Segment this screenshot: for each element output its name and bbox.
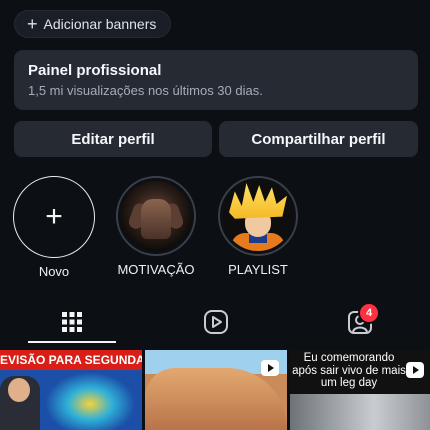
highlight-new[interactable]: + Novo (12, 176, 96, 279)
new-highlight-circle[interactable]: + (13, 176, 95, 258)
reel-indicator-icon (406, 362, 424, 378)
edit-profile-button[interactable]: Editar perfil (14, 121, 212, 157)
post-thumbnail[interactable]: EVISÃO PARA SEGUNDA- (0, 350, 142, 430)
tab-posts-grid[interactable] (52, 305, 92, 339)
add-banners-button[interactable]: + Adicionar banners (14, 10, 172, 38)
motivation-cover-image (121, 181, 191, 251)
reel-indicator-icon (261, 360, 279, 376)
grid-icon (62, 312, 82, 332)
share-profile-button[interactable]: Compartilhar perfil (219, 121, 418, 157)
post-thumbnail[interactable] (145, 350, 287, 430)
active-tab-indicator (28, 341, 116, 343)
plus-icon: + (45, 200, 63, 233)
highlight-motivacao[interactable]: MOTIVAÇÃO (114, 176, 198, 277)
notification-badge: 4 (358, 302, 380, 324)
highlight-cover-ring[interactable] (116, 176, 196, 256)
tab-reels[interactable] (196, 305, 236, 339)
reels-icon (204, 310, 228, 334)
highlight-label: Novo (38, 264, 70, 279)
professional-dashboard-subtitle: 1,5 mi visualizações nos últimos 30 dias… (28, 83, 263, 98)
plus-icon: + (27, 14, 38, 34)
highlight-label: PLAYLIST (228, 262, 288, 277)
highlight-label: MOTIVAÇÃO (117, 262, 195, 277)
tab-tagged[interactable]: 4 (340, 302, 380, 339)
playlist-cover-image (223, 181, 293, 251)
professional-dashboard-title: Painel profissional (28, 62, 162, 79)
profile-tabs: 4 (0, 302, 430, 345)
highlight-playlist[interactable]: PLAYLIST (216, 176, 300, 277)
post-thumbnail[interactable]: Eu comemorando após sair vivo de mais um… (290, 350, 430, 430)
add-banners-label: Adicionar banners (43, 16, 157, 32)
professional-dashboard-card[interactable]: Painel profissional 1,5 mi visualizações… (14, 50, 418, 110)
post-caption: EVISÃO PARA SEGUNDA- (0, 350, 142, 370)
highlight-cover-ring[interactable] (218, 176, 298, 256)
